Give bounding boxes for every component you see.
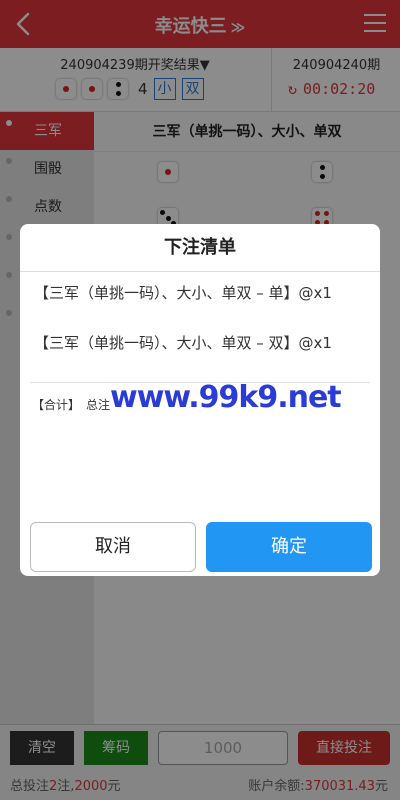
watermark: www.99k9.net (110, 380, 342, 415)
bet-item: 【三军（单挑一码）、大小、单双 – 单】@x1 (34, 284, 332, 302)
cancel-button[interactable]: 取消 (30, 522, 196, 572)
bet-summary: 【合计】 总注 (32, 396, 110, 413)
modal-title: 下注清单 (20, 224, 380, 272)
summary-total: 总注 (86, 398, 111, 412)
confirm-button[interactable]: 确定 (206, 522, 372, 572)
summary-label: 【合计】 (32, 398, 81, 412)
bet-item: 【三军（单挑一码）、大小、单双 – 双】@x1 (34, 334, 332, 352)
